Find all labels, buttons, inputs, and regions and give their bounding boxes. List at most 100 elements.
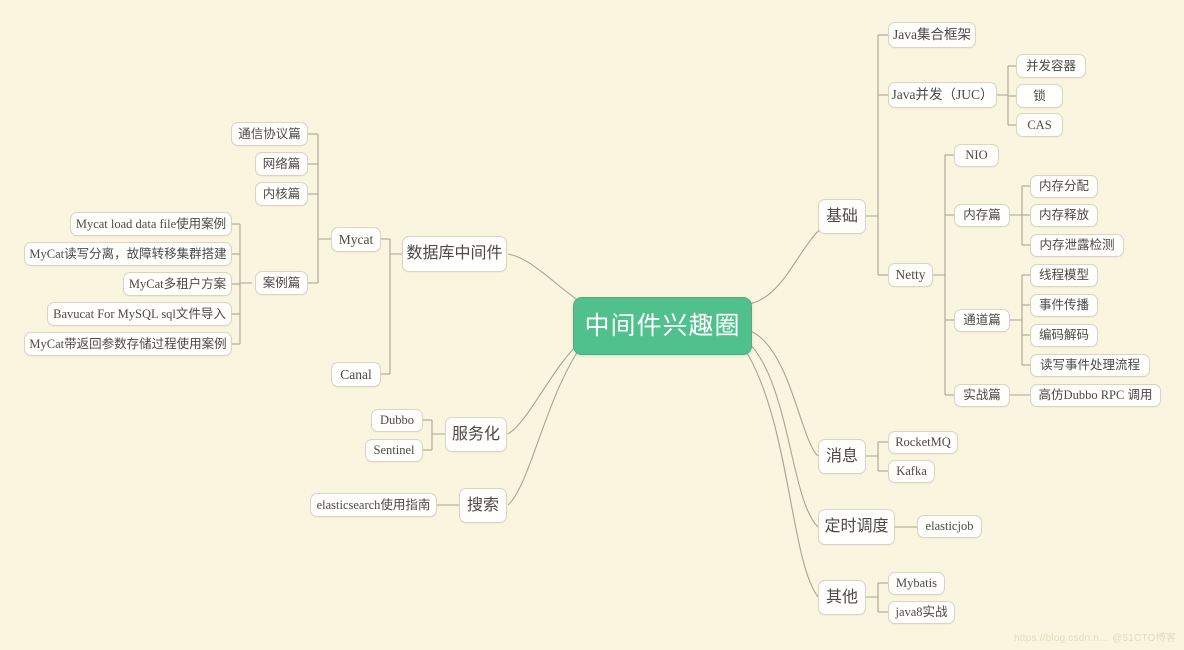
node-dubbo[interactable]: Dubbo: [371, 409, 423, 432]
link-cases-trunk: [239, 224, 252, 344]
node-rocketmq[interactable]: RocketMQ: [888, 431, 958, 454]
node-database-middleware-label: 数据库中间件: [406, 245, 503, 262]
link-memory-trunk: [1010, 186, 1023, 245]
node-basics-label: 基础: [826, 207, 859, 225]
link-root-scheduling: [745, 339, 819, 528]
node-message-label: 消息: [826, 447, 859, 465]
node-case-read-write-split[interactable]: MyCat读写分离，故障转移集群搭建: [24, 242, 232, 266]
node-search[interactable]: 搜索: [459, 488, 507, 523]
node-memory-leak-detection-label: 内存泄露检测: [1039, 238, 1115, 253]
node-memory-release[interactable]: 内存释放: [1030, 204, 1098, 227]
node-case-stored-procedure-label: MyCat带返回参数存储过程使用案例: [29, 336, 227, 351]
node-mycat[interactable]: Mycat: [331, 227, 381, 252]
node-mycat-cases-label: 案例篇: [262, 275, 301, 290]
node-basics[interactable]: 基础: [818, 199, 866, 234]
node-case-load-data-file[interactable]: Mycat load data file使用案例: [70, 212, 232, 236]
link-root-servicification: [507, 339, 583, 435]
node-sentinel[interactable]: Sentinel: [365, 439, 423, 462]
node-encode-decode[interactable]: 编码解码: [1030, 324, 1098, 347]
node-case-load-data-file-label: Mycat load data file使用案例: [75, 216, 227, 231]
link-other-trunk: [866, 583, 879, 612]
node-kafka-label: Kafka: [896, 464, 927, 479]
node-memory-leak-detection[interactable]: 内存泄露检测: [1030, 234, 1124, 257]
node-dubbo-rpc-clone-label: 高仿Dubbo RPC 调用: [1038, 388, 1153, 403]
node-event-propagation-label: 事件传播: [1039, 298, 1090, 313]
link-message-trunk: [866, 442, 879, 471]
node-read-write-event-flow-label: 读写事件处理流程: [1040, 358, 1141, 373]
link-juc-trunk: [997, 66, 1009, 125]
node-canal[interactable]: Canal: [331, 362, 381, 387]
node-database-middleware[interactable]: 数据库中间件: [402, 236, 507, 272]
link-db-trunk: [389, 239, 402, 374]
node-kafka[interactable]: Kafka: [888, 460, 935, 483]
node-memory-allocation[interactable]: 内存分配: [1030, 175, 1098, 198]
node-other[interactable]: 其他: [818, 580, 866, 615]
link-netty-trunk: [933, 155, 946, 395]
node-servicification[interactable]: 服务化: [445, 417, 507, 452]
node-dubbo-label: Dubbo: [379, 413, 415, 428]
root-node[interactable]: 中间件兴趣圈: [573, 297, 752, 355]
node-memory-section[interactable]: 内存篇: [954, 204, 1010, 227]
mindmap-canvas: 中间件兴趣圈 数据库中间件 Mycat Canal 通信协议篇 网络篇 内核篇 …: [0, 0, 1184, 650]
node-elasticsearch-guide[interactable]: elasticsearch使用指南: [310, 493, 437, 517]
node-mycat-protocol[interactable]: 通信协议篇: [231, 122, 308, 146]
node-java8-practice-label: java8实战: [895, 605, 948, 620]
link-root-search: [507, 347, 581, 506]
node-scheduling[interactable]: 定时调度: [818, 509, 895, 545]
link-root-database: [507, 253, 581, 303]
watermark: https://blog.csdn.n… @51CTO博客: [1014, 633, 1176, 644]
node-thread-model-label: 线程模型: [1039, 268, 1090, 283]
node-mycat-kernel[interactable]: 内核篇: [255, 182, 308, 206]
node-servicification-label: 服务化: [452, 425, 501, 443]
node-channel-section[interactable]: 通道篇: [954, 309, 1010, 332]
link-channel-trunk: [1010, 275, 1023, 365]
link-svc-trunk: [431, 420, 445, 450]
node-canal-label: Canal: [340, 366, 372, 382]
node-lock[interactable]: 锁: [1016, 84, 1063, 108]
node-mycat-kernel-label: 内核篇: [262, 186, 301, 201]
link-mycat-trunk: [317, 134, 331, 283]
node-netty[interactable]: Netty: [888, 263, 933, 287]
node-java8-practice[interactable]: java8实战: [888, 601, 955, 624]
node-search-label: 搜索: [467, 496, 500, 514]
node-elasticsearch-guide-label: elasticsearch使用指南: [316, 497, 431, 512]
node-nio[interactable]: NIO: [954, 144, 999, 167]
node-concurrent-containers-label: 并发容器: [1026, 58, 1077, 73]
node-cas-label: CAS: [1027, 117, 1052, 132]
node-memory-section-label: 内存篇: [963, 208, 1001, 223]
node-encode-decode-label: 编码解码: [1039, 328, 1090, 343]
node-cas[interactable]: CAS: [1016, 113, 1063, 137]
node-java-collections[interactable]: Java集合框架: [888, 22, 976, 48]
node-concurrent-containers[interactable]: 并发容器: [1016, 54, 1086, 78]
node-elasticjob[interactable]: elasticjob: [917, 515, 982, 538]
node-case-multi-tenant-label: MyCat多租户方案: [128, 276, 227, 291]
node-sentinel-label: Sentinel: [373, 443, 415, 458]
node-mybatis-label: Mybatis: [896, 576, 937, 591]
node-netty-label: Netty: [895, 267, 926, 283]
node-java-collections-label: Java集合框架: [893, 27, 971, 43]
node-mycat-network[interactable]: 网络篇: [255, 152, 308, 176]
link-basics-trunk: [866, 35, 879, 275]
node-read-write-event-flow[interactable]: 读写事件处理流程: [1030, 354, 1150, 377]
node-message[interactable]: 消息: [818, 439, 866, 474]
node-thread-model[interactable]: 线程模型: [1030, 264, 1098, 287]
node-case-read-write-split-label: MyCat读写分离，故障转移集群搭建: [29, 246, 227, 261]
node-case-stored-procedure[interactable]: MyCat带返回参数存储过程使用案例: [24, 332, 232, 356]
node-mycat-label: Mycat: [338, 231, 374, 247]
node-mycat-cases[interactable]: 案例篇: [255, 271, 308, 295]
node-rocketmq-label: RocketMQ: [895, 435, 951, 450]
node-case-multi-tenant[interactable]: MyCat多租户方案: [123, 272, 232, 296]
node-other-label: 其他: [826, 588, 859, 606]
node-practice-section[interactable]: 实战篇: [954, 384, 1010, 407]
node-mybatis[interactable]: Mybatis: [888, 572, 945, 595]
node-elasticjob-label: elasticjob: [925, 519, 974, 534]
node-case-sql-import[interactable]: Bavucat For MySQL sql文件导入: [47, 302, 232, 326]
node-scheduling-label: 定时调度: [824, 518, 889, 535]
node-java-concurrency-label: Java并发（JUC）: [891, 87, 994, 103]
node-dubbo-rpc-clone[interactable]: 高仿Dubbo RPC 调用: [1030, 384, 1161, 407]
node-event-propagation[interactable]: 事件传播: [1030, 294, 1098, 317]
node-memory-allocation-label: 内存分配: [1039, 179, 1090, 194]
node-java-concurrency[interactable]: Java并发（JUC）: [888, 82, 997, 108]
node-channel-section-label: 通道篇: [963, 313, 1001, 328]
link-root-other: [743, 347, 819, 598]
